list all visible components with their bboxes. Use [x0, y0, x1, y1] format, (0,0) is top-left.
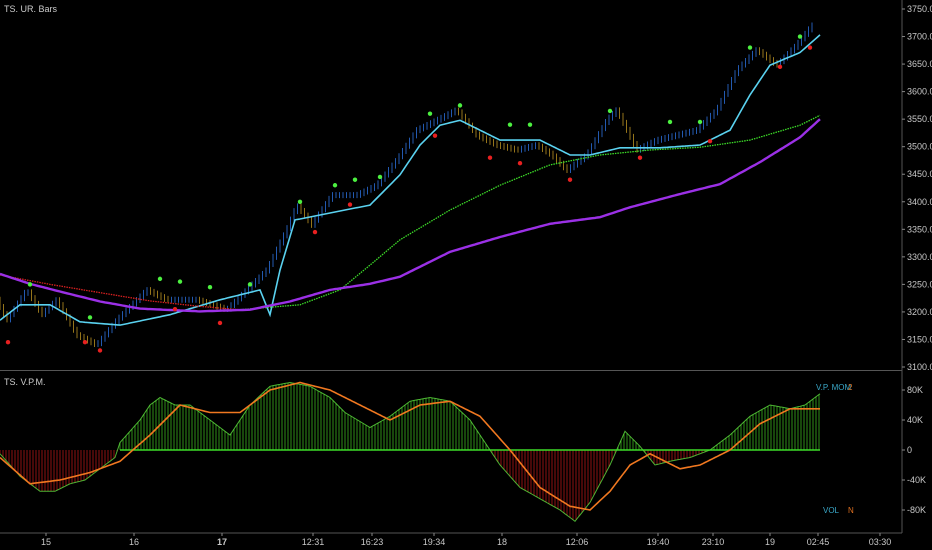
chart-canvas[interactable]: 3750.0 3700.0 3650.0 3600.0 3550.0 3500.0 3450…	[0, 0, 932, 550]
signal-down-dot	[567, 177, 573, 182]
price-tick-label: 3450.0	[907, 169, 932, 179]
oscillator-panel-title: TS. V.P.M.	[4, 377, 46, 387]
osc-tick-label: -80K	[907, 505, 926, 515]
signal-up-dot	[157, 276, 163, 282]
price-tick-label: 3350.0	[907, 224, 932, 234]
osc-tick-label: 0	[907, 445, 912, 455]
time-tick-label: 12:31	[302, 537, 325, 547]
signal-up-dot	[247, 282, 253, 287]
fast-ma-line	[0, 34, 821, 326]
signal-down-dot	[432, 133, 438, 138]
signal-down-dot	[777, 64, 783, 70]
price-tick-label: 3550.0	[907, 114, 932, 124]
slow-ma-green-line	[239, 114, 821, 311]
signal-up-dot	[507, 122, 513, 127]
price-tick-label: 3400.0	[907, 197, 932, 207]
price-tick-label: 3150.0	[907, 334, 932, 344]
price-tick-label: 3600.0	[907, 87, 932, 97]
signal-down-dot	[517, 161, 523, 166]
signal-down-dot	[637, 155, 643, 160]
signal-up-dot	[297, 199, 303, 204]
signal-down-dot	[347, 202, 353, 207]
time-tick-label: 12:06	[566, 537, 589, 547]
osc-tick-label: 40K	[907, 415, 923, 425]
time-tick-label: 19	[765, 537, 775, 547]
signal-up-dot	[377, 174, 383, 180]
price-panel[interactable]	[0, 22, 821, 353]
legend-n: N	[848, 506, 854, 515]
signal-down-dot	[172, 306, 178, 312]
signal-up-dot	[697, 119, 703, 125]
time-tick-label: 02:45	[807, 537, 830, 547]
time-tick-label: 16:23	[361, 537, 384, 547]
price-tick-label: 3650.0	[907, 59, 932, 69]
time-tick-label: 17	[217, 537, 227, 547]
signal-up-dot	[747, 45, 753, 50]
signal-up-dot	[87, 315, 93, 320]
price-tick-label: 3700.0	[907, 32, 932, 42]
signal-up-dot	[207, 284, 213, 290]
signal-up-dot	[607, 108, 613, 114]
signal-up-dot	[427, 111, 433, 116]
signal-down-dot	[807, 45, 813, 50]
signal-up-dot	[352, 177, 358, 182]
signal-up-dot	[177, 279, 183, 284]
signal-down-dot	[487, 155, 493, 160]
time-tick-label: 16	[129, 537, 139, 547]
legend-period: 2	[848, 383, 853, 392]
signal-down-dot	[217, 320, 223, 326]
signal-down-dot	[312, 229, 318, 235]
time-tick-label: 23:10	[702, 537, 725, 547]
time-tick-label: 19:40	[647, 537, 670, 547]
signal-up-dot	[527, 122, 533, 127]
time-tick-label: 19:34	[423, 537, 446, 547]
signal-up-dot	[457, 103, 463, 108]
price-tick-label: 3100.0	[907, 362, 932, 372]
signal-up-dot	[667, 119, 673, 125]
oscillator-panel[interactable]	[0, 381, 821, 522]
momentum-line	[0, 381, 821, 522]
price-tick-label: 3750.0	[907, 4, 932, 14]
osc-tick-label: 80K	[907, 385, 923, 395]
time-tick-label: 15	[41, 537, 51, 547]
signal-down-dot	[82, 340, 88, 345]
signal-down-dot	[707, 138, 713, 144]
time-tick-label: 03:30	[869, 537, 892, 547]
price-panel-title: TS. UR. Bars	[4, 4, 58, 14]
signal-down-dot	[97, 348, 103, 353]
price-tick-label: 3300.0	[907, 252, 932, 262]
legend-vol: VOL	[823, 506, 840, 515]
signal-up-dot	[332, 183, 338, 188]
price-tick-label: 3200.0	[907, 307, 932, 317]
signal-up-dot	[27, 282, 33, 287]
signal-up-dot	[797, 34, 803, 39]
price-tick-label: 3250.0	[907, 279, 932, 289]
osc-tick-label: -40K	[907, 475, 926, 485]
signal-down-dot	[5, 340, 11, 345]
legend-vp-mom: V.P. MOM	[816, 383, 852, 392]
time-tick-label: 18	[497, 537, 507, 547]
price-tick-label: 3500.0	[907, 142, 932, 152]
